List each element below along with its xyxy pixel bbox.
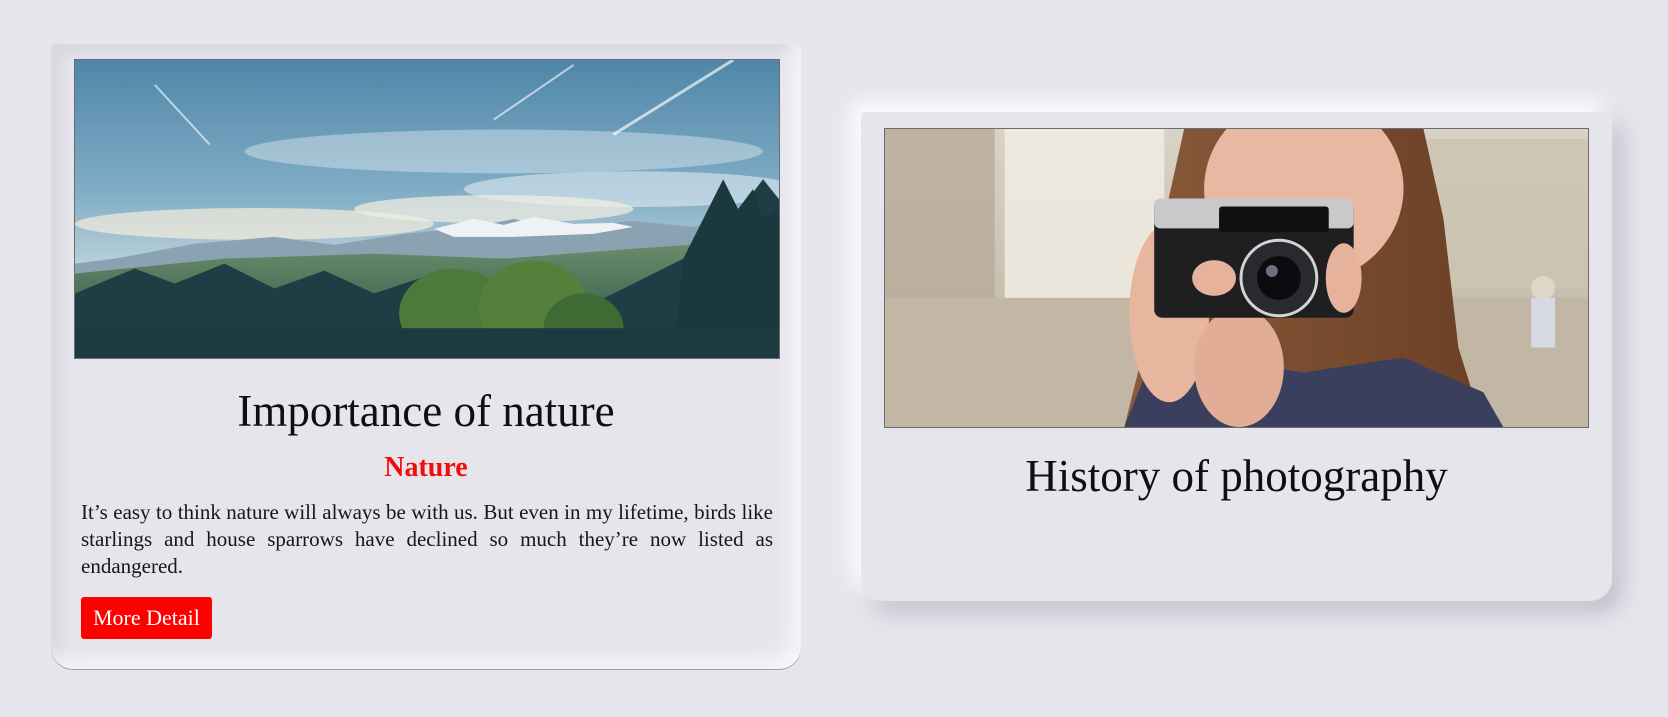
card-title: History of photography [1025, 451, 1448, 501]
card-description: It’s easy to think nature will always be… [81, 500, 773, 578]
card-nature: Importance of nature Nature It’s easy to… [51, 44, 801, 669]
card-title: Importance of nature [237, 386, 615, 436]
more-detail-button[interactable]: More Detail [81, 597, 212, 639]
landscape-image [75, 60, 779, 358]
card-photography: History of photography [861, 112, 1612, 601]
card-image-camera [884, 128, 1589, 428]
card-image-landscape [74, 59, 780, 359]
camera-photo-image [885, 129, 1588, 427]
card-subtitle: Nature [384, 452, 468, 483]
